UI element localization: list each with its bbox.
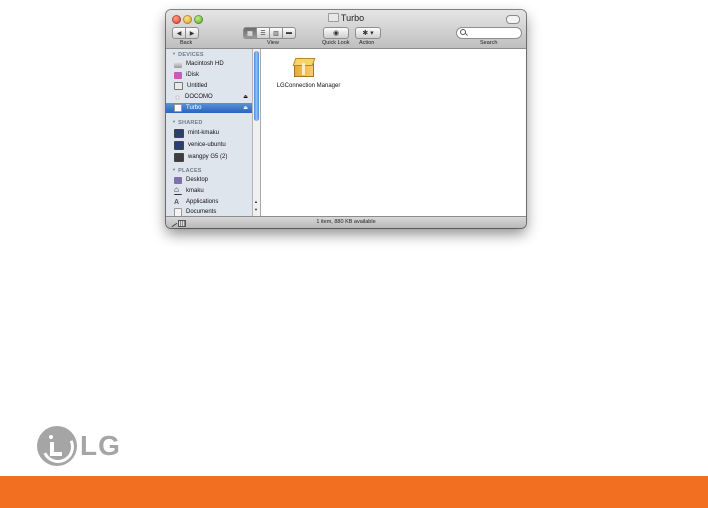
sidebar-item-turbo[interactable]: Turbo ⏏: [166, 103, 252, 113]
sidebar-header-shared: SHARED: [172, 119, 203, 126]
column-view-button[interactable]: ▥: [270, 27, 283, 39]
scroll-down-arrow-icon[interactable]: ▼: [254, 207, 258, 212]
eject-icon[interactable]: ⏏: [243, 94, 248, 100]
forward-button[interactable]: ▶: [186, 27, 199, 39]
hard-drive-icon: [174, 60, 182, 68]
coverflow-icon: ▬: [286, 30, 292, 36]
scroll-up-arrow-icon[interactable]: ▲: [254, 199, 258, 204]
back-forward-control: ◀ ▶: [172, 27, 199, 39]
brand-logo-text: LG: [80, 430, 121, 461]
home-icon: [174, 187, 182, 195]
idisk-icon: [174, 71, 182, 79]
sidebar-item-macintosh-hd[interactable]: Macintosh HD: [174, 59, 252, 69]
desktop-icon: [174, 176, 182, 184]
quick-look-label: Quick Look: [322, 40, 350, 46]
folder-icon: [327, 13, 339, 22]
sidebar-item-kmaku[interactable]: kmaku: [174, 186, 252, 196]
gear-icon: ✱ ▾: [362, 30, 374, 37]
computer-icon: [174, 152, 184, 162]
sidebar-item-untitled[interactable]: Untitled: [174, 81, 252, 91]
volume-icon: [174, 104, 182, 112]
window-title: Turbo: [166, 13, 526, 23]
applications-icon: [174, 199, 182, 206]
sidebar-item-desktop[interactable]: Desktop: [174, 175, 252, 185]
sidebar-item-wangpy-g5[interactable]: wangpy G5 (2): [174, 152, 252, 162]
quick-look-button[interactable]: ◉: [323, 27, 349, 39]
documents-icon: [174, 207, 182, 216]
sidebar-item-venice-ubuntu[interactable]: venice-ubuntu: [174, 140, 252, 150]
search-label: Search: [480, 40, 498, 46]
sidebar-header-devices: DEVICES: [172, 51, 204, 58]
sidebar-header-places: PLACES: [172, 167, 202, 174]
sidebar-scrollbar[interactable]: ▲ ▼: [252, 49, 260, 216]
coverflow-view-button[interactable]: ▬: [283, 27, 296, 39]
search-field[interactable]: [456, 27, 522, 39]
view-control: ▦ ☰ ▥ ▬: [243, 27, 296, 39]
title-bar[interactable]: Turbo ◀ ▶ Back ▦ ☰ ▥ ▬ View ◉ Quick Look…: [166, 10, 526, 49]
sidebar: DEVICES Macintosh HD iDisk Untitled DOCO…: [166, 49, 261, 216]
action-button[interactable]: ✱ ▾: [355, 27, 381, 39]
grid-icon: ▦: [247, 30, 253, 37]
icon-view-button[interactable]: ▦: [243, 27, 257, 39]
eye-icon: ◉: [332, 30, 340, 37]
sidebar-item-applications[interactable]: Applications: [174, 197, 252, 207]
disc-icon: [174, 93, 181, 101]
finder-window: Turbo ◀ ▶ Back ▦ ☰ ▥ ▬ View ◉ Quick Look…: [166, 10, 526, 228]
back-label: Back: [180, 40, 193, 46]
volume-icon: [174, 82, 183, 90]
monitor-icon: [174, 128, 184, 138]
file-browser-area[interactable]: LGConnection Manager: [261, 49, 526, 216]
eject-icon[interactable]: ⏏: [243, 105, 248, 111]
sidebar-item-docomo[interactable]: DOCOMO ⏏: [174, 92, 252, 102]
columns-icon: ▥: [273, 30, 279, 37]
list-icon: ☰: [260, 30, 266, 37]
package-icon[interactable]: [292, 56, 316, 77]
chevron-left-icon: ◀: [176, 30, 182, 37]
list-view-button[interactable]: ☰: [257, 27, 270, 39]
search-icon: [460, 29, 466, 35]
chevron-right-icon: ▶: [189, 30, 195, 37]
sidebar-item-idisk[interactable]: iDisk: [174, 70, 252, 80]
back-button[interactable]: ◀: [172, 27, 186, 39]
status-text: 1 item, 880 KB available: [316, 219, 376, 225]
file-name[interactable]: LGConnection Manager: [261, 83, 356, 89]
action-label: Action: [359, 40, 375, 46]
monitor-icon: [174, 140, 184, 150]
lg-logo-icon: [37, 426, 79, 468]
view-label: View: [267, 40, 279, 46]
scrollbar-thumb[interactable]: [254, 51, 259, 121]
status-bar: 1 item, 880 KB available: [166, 216, 526, 228]
sidebar-item-mint-kmaku[interactable]: mint-kmaku: [174, 128, 252, 138]
sidebar-item-documents[interactable]: Documents: [174, 207, 252, 216]
footer-accent-bar: [0, 476, 708, 508]
